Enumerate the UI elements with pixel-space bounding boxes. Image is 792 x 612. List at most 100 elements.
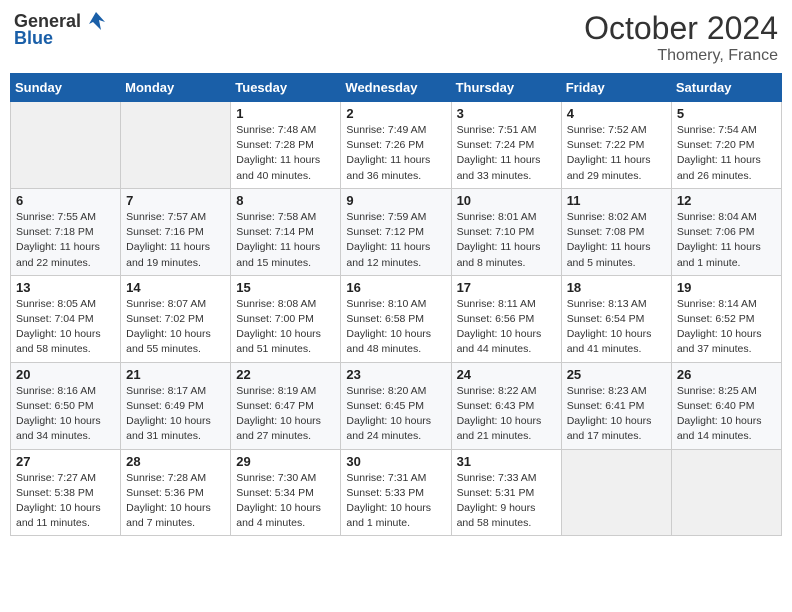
day-number: 6 xyxy=(16,193,115,208)
day-number: 29 xyxy=(236,454,335,469)
calendar-day-cell: 11Sunrise: 8:02 AMSunset: 7:08 PMDayligh… xyxy=(561,188,671,275)
logo: General Blue xyxy=(14,10,107,49)
calendar-day-cell: 7Sunrise: 7:57 AMSunset: 7:16 PMDaylight… xyxy=(121,188,231,275)
day-info: Sunrise: 8:13 AMSunset: 6:54 PMDaylight:… xyxy=(567,297,666,358)
day-number: 4 xyxy=(567,106,666,121)
calendar-day-cell: 1Sunrise: 7:48 AMSunset: 7:28 PMDaylight… xyxy=(231,102,341,189)
day-info: Sunrise: 8:14 AMSunset: 6:52 PMDaylight:… xyxy=(677,297,776,358)
calendar-day-cell: 22 Sunrise: 8:19 AMSunset: 6:47 PMDayligh… xyxy=(231,362,341,449)
calendar-day-cell: 9 Sunrise: 7:59 AMSunset: 7:12 PMDaylight… xyxy=(341,188,451,275)
day-number: 14 xyxy=(126,280,225,295)
day-number: 17 xyxy=(457,280,556,295)
calendar-week-row: 27 Sunrise: 7:27 AMSunset: 5:38 PMDayligh… xyxy=(11,449,782,536)
calendar-day-cell: 27 Sunrise: 7:27 AMSunset: 5:38 PMDayligh… xyxy=(11,449,121,536)
calendar-day-cell: 15 Sunrise: 8:08 AMSunset: 7:00 PMDayligh… xyxy=(231,275,341,362)
day-info: Sunrise: 7:33 AMSunset: 5:31 PMDaylight:… xyxy=(457,471,556,532)
day-number: 18 xyxy=(567,280,666,295)
day-number: 16 xyxy=(346,280,445,295)
calendar-day-cell: 16 Sunrise: 8:10 AMSunset: 6:58 PMDayligh… xyxy=(341,275,451,362)
location-title: Thomery, France xyxy=(584,47,778,65)
day-number: 12 xyxy=(677,193,776,208)
calendar-day-cell xyxy=(671,449,781,536)
calendar-day-cell: 20 Sunrise: 8:16 AMSunset: 6:50 PMDayligh… xyxy=(11,362,121,449)
day-number: 31 xyxy=(457,454,556,469)
day-number: 15 xyxy=(236,280,335,295)
weekday-header: Monday xyxy=(121,74,231,102)
day-info: Sunrise: 8:10 AMSunset: 6:58 PMDaylight:… xyxy=(346,297,445,358)
calendar-day-cell: 23 Sunrise: 8:20 AMSunset: 6:45 PMDayligh… xyxy=(341,362,451,449)
day-number: 28 xyxy=(126,454,225,469)
day-info: Sunrise: 7:55 AMSunset: 7:18 PMDaylight:… xyxy=(16,210,115,271)
day-info: Sunrise: 8:16 AMSunset: 6:50 PMDaylight:… xyxy=(16,384,115,445)
day-number: 7 xyxy=(126,193,225,208)
title-block: October 2024 Thomery, France xyxy=(584,10,778,65)
day-number: 3 xyxy=(457,106,556,121)
calendar-week-row: 6 Sunrise: 7:55 AMSunset: 7:18 PMDaylight… xyxy=(11,188,782,275)
calendar-day-cell: 13Sunrise: 8:05 AMSunset: 7:04 PMDayligh… xyxy=(11,275,121,362)
day-number: 24 xyxy=(457,367,556,382)
calendar-day-cell: 3 Sunrise: 7:51 AMSunset: 7:24 PMDaylight… xyxy=(451,102,561,189)
calendar-day-cell xyxy=(561,449,671,536)
day-info: Sunrise: 8:02 AMSunset: 7:08 PMDaylight:… xyxy=(567,210,666,271)
day-number: 13 xyxy=(16,280,115,295)
calendar-day-cell xyxy=(121,102,231,189)
day-info: Sunrise: 7:52 AMSunset: 7:22 PMDaylight:… xyxy=(567,123,666,184)
weekday-header: Friday xyxy=(561,74,671,102)
day-number: 25 xyxy=(567,367,666,382)
calendar-day-cell: 17 Sunrise: 8:11 AMSunset: 6:56 PMDayligh… xyxy=(451,275,561,362)
day-info: Sunrise: 7:58 AMSunset: 7:14 PMDaylight:… xyxy=(236,210,335,271)
calendar-day-cell: 25Sunrise: 8:23 AMSunset: 6:41 PMDayligh… xyxy=(561,362,671,449)
day-info: Sunrise: 7:59 AMSunset: 7:12 PMDaylight:… xyxy=(346,210,445,271)
day-info: Sunrise: 8:07 AMSunset: 7:02 PMDaylight:… xyxy=(126,297,225,358)
calendar-day-cell: 12 Sunrise: 8:04 AMSunset: 7:06 PMDayligh… xyxy=(671,188,781,275)
day-info: Sunrise: 8:01 AMSunset: 7:10 PMDaylight:… xyxy=(457,210,556,271)
day-info: Sunrise: 8:11 AMSunset: 6:56 PMDaylight:… xyxy=(457,297,556,358)
calendar-day-cell: 18 Sunrise: 8:13 AMSunset: 6:54 PMDayligh… xyxy=(561,275,671,362)
calendar-day-cell: 21Sunrise: 8:17 AMSunset: 6:49 PMDayligh… xyxy=(121,362,231,449)
calendar-week-row: 20 Sunrise: 8:16 AMSunset: 6:50 PMDayligh… xyxy=(11,362,782,449)
day-info: Sunrise: 8:04 AMSunset: 7:06 PMDaylight:… xyxy=(677,210,776,271)
calendar-day-cell: 4 Sunrise: 7:52 AMSunset: 7:22 PMDaylight… xyxy=(561,102,671,189)
weekday-header: Tuesday xyxy=(231,74,341,102)
calendar-day-cell xyxy=(11,102,121,189)
day-number: 20 xyxy=(16,367,115,382)
month-title: October 2024 xyxy=(584,10,778,47)
logo-blue: Blue xyxy=(14,28,53,49)
calendar-table: SundayMondayTuesdayWednesdayThursdayFrid… xyxy=(10,73,782,536)
day-number: 27 xyxy=(16,454,115,469)
calendar-day-cell: 24 Sunrise: 8:22 AMSunset: 6:43 PMDayligh… xyxy=(451,362,561,449)
day-number: 9 xyxy=(346,193,445,208)
calendar-day-cell: 14 Sunrise: 8:07 AMSunset: 7:02 PMDayligh… xyxy=(121,275,231,362)
calendar-day-cell: 26Sunrise: 8:25 AMSunset: 6:40 PMDayligh… xyxy=(671,362,781,449)
day-number: 8 xyxy=(236,193,335,208)
page-header: General Blue October 2024 Thomery, Franc… xyxy=(10,10,782,65)
day-number: 10 xyxy=(457,193,556,208)
day-info: Sunrise: 8:19 AMSunset: 6:47 PMDaylight:… xyxy=(236,384,335,445)
calendar-day-cell: 29 Sunrise: 7:30 AMSunset: 5:34 PMDayligh… xyxy=(231,449,341,536)
calendar-day-cell: 10 Sunrise: 8:01 AMSunset: 7:10 PMDayligh… xyxy=(451,188,561,275)
day-number: 2 xyxy=(346,106,445,121)
day-info: Sunrise: 8:20 AMSunset: 6:45 PMDaylight:… xyxy=(346,384,445,445)
day-number: 23 xyxy=(346,367,445,382)
day-number: 26 xyxy=(677,367,776,382)
weekday-header: Thursday xyxy=(451,74,561,102)
weekday-header: Sunday xyxy=(11,74,121,102)
day-info: Sunrise: 8:17 AMSunset: 6:49 PMDaylight:… xyxy=(126,384,225,445)
calendar-day-cell: 6 Sunrise: 7:55 AMSunset: 7:18 PMDaylight… xyxy=(11,188,121,275)
day-info: Sunrise: 7:51 AMSunset: 7:24 PMDaylight:… xyxy=(457,123,556,184)
day-number: 22 xyxy=(236,367,335,382)
calendar-day-cell: 8 Sunrise: 7:58 AMSunset: 7:14 PMDaylight… xyxy=(231,188,341,275)
day-info: Sunrise: 7:27 AMSunset: 5:38 PMDaylight:… xyxy=(16,471,115,532)
day-info: Sunrise: 8:08 AMSunset: 7:00 PMDaylight:… xyxy=(236,297,335,358)
day-info: Sunrise: 8:22 AMSunset: 6:43 PMDaylight:… xyxy=(457,384,556,445)
day-info: Sunrise: 7:48 AMSunset: 7:28 PMDaylight:… xyxy=(236,123,335,184)
day-info: Sunrise: 7:31 AMSunset: 5:33 PMDaylight:… xyxy=(346,471,445,532)
day-number: 30 xyxy=(346,454,445,469)
day-info: Sunrise: 7:28 AMSunset: 5:36 PMDaylight:… xyxy=(126,471,225,532)
calendar-day-cell: 5Sunrise: 7:54 AMSunset: 7:20 PMDaylight… xyxy=(671,102,781,189)
calendar-day-cell: 31 Sunrise: 7:33 AMSunset: 5:31 PMDayligh… xyxy=(451,449,561,536)
calendar-header-row: SundayMondayTuesdayWednesdayThursdayFrid… xyxy=(11,74,782,102)
day-info: Sunrise: 7:30 AMSunset: 5:34 PMDaylight:… xyxy=(236,471,335,532)
logo-bird-icon xyxy=(85,10,107,32)
calendar-day-cell: 28 Sunrise: 7:28 AMSunset: 5:36 PMDayligh… xyxy=(121,449,231,536)
